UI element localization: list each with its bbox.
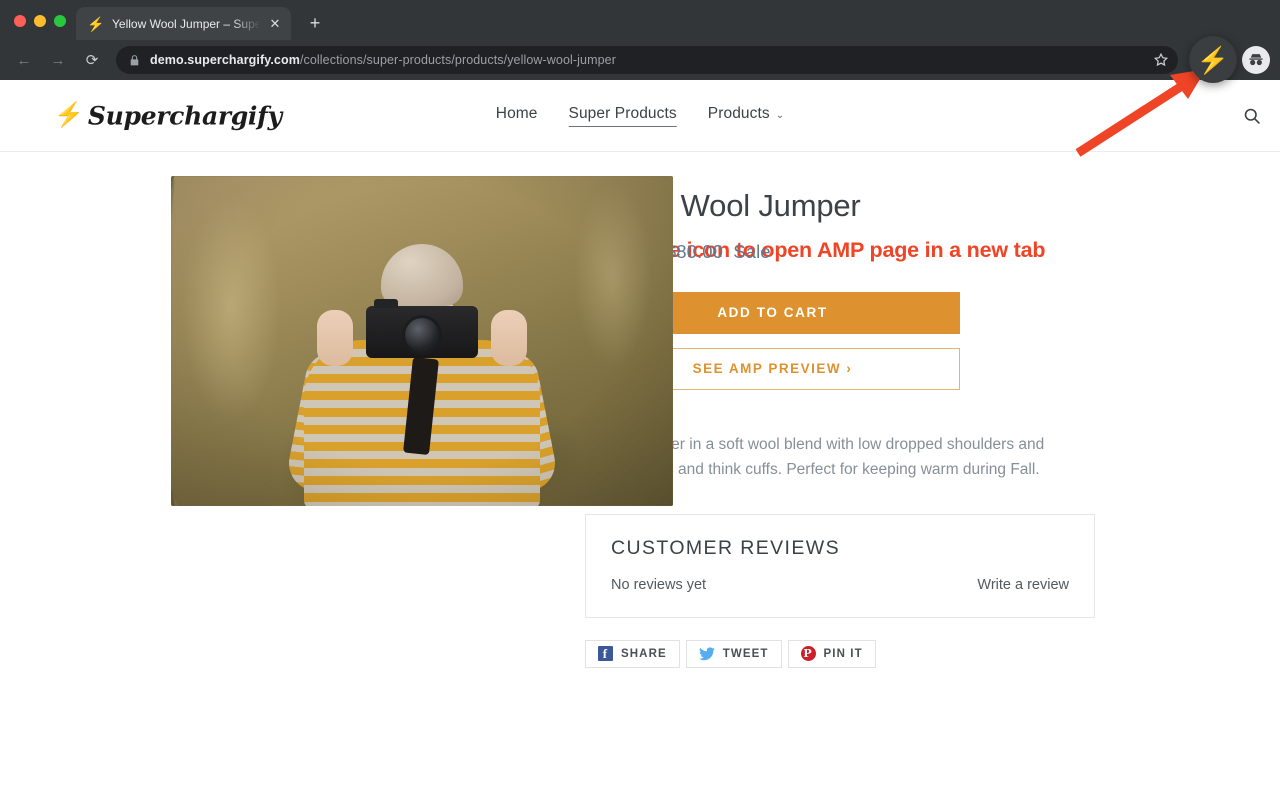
forward-button[interactable]: → <box>44 46 72 74</box>
reload-button[interactable]: ⟳ <box>78 46 106 74</box>
facebook-share-button[interactable]: SHARE <box>585 639 680 668</box>
search-icon <box>1244 108 1260 124</box>
url-text: demo.superchargify.com/collections/super… <box>150 53 616 67</box>
write-a-review-link[interactable]: Write a review <box>977 577 1069 593</box>
product-gallery <box>50 176 673 668</box>
product-section: Yellow Wool Jumper $100.00 $80.00 Sale A… <box>0 176 1280 668</box>
pinterest-pin-button[interactable]: PIN IT <box>787 639 876 668</box>
facebook-icon <box>598 646 613 662</box>
product-image[interactable] <box>171 176 673 506</box>
chevron-down-icon: ⌄ <box>775 110 785 121</box>
logo-text: Superchargify <box>87 101 282 130</box>
sale-badge: Sale <box>733 240 771 262</box>
tab-title: Yellow Wool Jumper – Superchargify <box>112 16 265 31</box>
incognito-avatar-icon[interactable] <box>1242 46 1270 74</box>
site-header: ⚡ Superchargify Home Super Products Prod… <box>0 80 1280 152</box>
amp-extension-button[interactable]: ⚡ <box>1190 37 1236 83</box>
minimize-window-button[interactable] <box>34 15 46 27</box>
social-share-bar: SHARE TWEET PIN IT <box>585 639 1064 668</box>
close-window-button[interactable] <box>14 15 26 27</box>
amp-bolt-icon: ⚡ <box>87 15 105 32</box>
lock-icon <box>130 54 139 65</box>
nav-item-label: Home <box>495 105 538 122</box>
social-label: PIN IT <box>823 647 863 660</box>
reviews-empty-text: No reviews yet <box>611 576 707 593</box>
twitter-tweet-button[interactable]: TWEET <box>685 639 782 668</box>
nav-item-super-products[interactable]: Super Products <box>568 104 677 127</box>
new-tab-button[interactable]: + <box>301 9 329 37</box>
browser-toolbar: ← → ⟳ demo.superchargify.com/collections… <box>0 37 1280 83</box>
nav-item-label: Super Products <box>568 104 677 122</box>
social-label: TWEET <box>722 647 769 660</box>
twitter-icon <box>698 647 715 661</box>
nav-item-products[interactable]: Products ⌄ <box>708 105 784 126</box>
url-domain: demo.superchargify.com <box>150 53 300 67</box>
amp-bolt-icon: ⚡ <box>1196 45 1230 75</box>
customer-reviews-panel: CUSTOMER REVIEWS No reviews yet Write a … <box>585 513 1095 618</box>
close-tab-icon[interactable]: ✕ <box>267 16 283 32</box>
nav-item-home[interactable]: Home <box>496 105 538 126</box>
photo-vignette <box>171 176 673 506</box>
search-button[interactable] <box>1232 96 1272 136</box>
social-label: SHARE <box>621 647 667 660</box>
site-logo[interactable]: ⚡ Superchargify <box>54 101 282 130</box>
reviews-heading: CUSTOMER REVIEWS <box>611 536 840 559</box>
back-button[interactable]: ← <box>10 46 38 74</box>
browser-window: ⚡ Yellow Wool Jumper – Superchargify ✕ +… <box>0 0 1280 800</box>
maximize-window-button[interactable] <box>54 15 66 27</box>
window-controls <box>0 15 76 40</box>
web-page: ⚡ Superchargify Home Super Products Prod… <box>0 80 1280 800</box>
sale-price: $80.00 <box>665 240 724 262</box>
logo-bolt-icon: ⚡ <box>54 101 84 129</box>
bookmark-star-icon[interactable] <box>1152 51 1170 69</box>
main-navigation: Home Super Products Products ⌄ <box>496 105 784 127</box>
nav-item-label: Products <box>707 105 770 122</box>
browser-tab[interactable]: ⚡ Yellow Wool Jumper – Superchargify ✕ <box>76 7 291 40</box>
address-bar[interactable]: demo.superchargify.com/collections/super… <box>116 46 1178 74</box>
url-path: /collections/super-products/products/yel… <box>299 53 616 67</box>
pinterest-icon <box>800 646 816 662</box>
browser-tabstrip: ⚡ Yellow Wool Jumper – Superchargify ✕ + <box>0 0 1280 40</box>
